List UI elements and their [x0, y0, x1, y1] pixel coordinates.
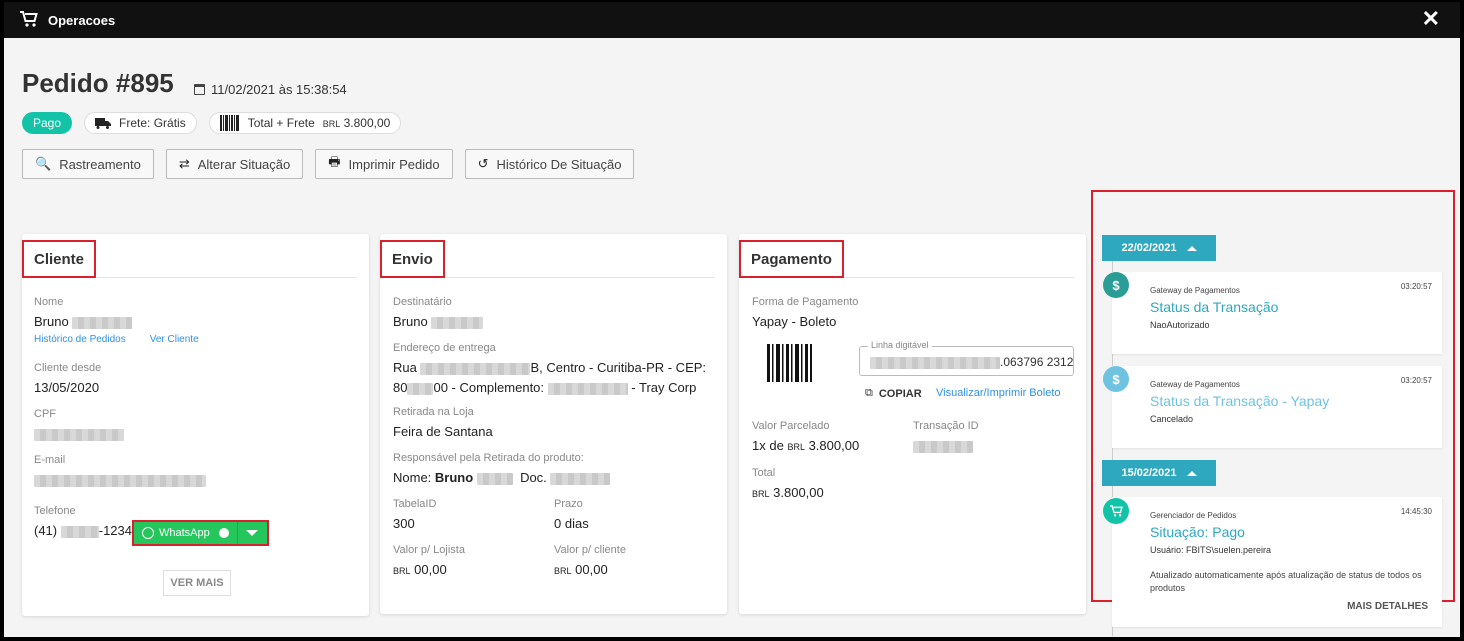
whatsapp-dropdown[interactable]	[236, 522, 267, 544]
shipping-text: Frete: Grátis	[119, 116, 186, 130]
order-date-text: 11/02/2021 às 15:38:54	[211, 82, 347, 97]
envio-header: Envio	[380, 240, 445, 278]
view-client-link[interactable]: Ver Cliente	[150, 334, 199, 345]
linha-digitavel-field[interactable]: Linha digitável .063796 2312	[859, 340, 1074, 376]
email-label: E-mail	[34, 454, 66, 466]
whatsapp-icon	[142, 527, 154, 539]
copy-button[interactable]: ⧉ COPIAR	[865, 387, 922, 400]
since-value: 13/05/2020	[34, 380, 100, 395]
cpf-label: CPF	[34, 408, 56, 420]
total-badge: Total + Frete BRL 3.800,00	[208, 112, 402, 134]
truck-icon	[95, 117, 112, 129]
barcode-icon	[767, 344, 812, 382]
view-boleto-link[interactable]: Visualizar/Imprimir Boleto	[936, 387, 1061, 399]
name-label: Nome	[34, 296, 64, 308]
window-title: Operacoes	[48, 13, 116, 28]
search-icon: 🔍	[35, 156, 52, 171]
total-currency: BRL	[322, 119, 341, 129]
status-badge: Pago	[22, 112, 73, 134]
order-date: 11/02/2021 às 15:38:54	[194, 82, 347, 97]
chevron-up-icon	[1186, 245, 1197, 251]
timeline-event: Gateway de Pagamentos 03:20:57 Status da…	[1112, 366, 1442, 448]
order-history-link[interactable]: Histórico de Pedidos	[34, 334, 126, 345]
barcode-icon	[219, 115, 240, 131]
calendar-icon	[194, 84, 205, 95]
history-icon: ↺	[477, 156, 489, 171]
timeline-event: Gerenciador de Pedidos 14:45:30 Situação…	[1112, 497, 1442, 627]
chrome-icon	[218, 528, 229, 538]
order-actions: 🔍 Rastreamento ⇄ Alterar Situação 🖶 Imprimi…	[22, 149, 635, 179]
ver-mais-button[interactable]: VER MAIS	[163, 570, 231, 596]
copy-icon: ⧉	[865, 387, 873, 399]
email-value	[34, 474, 206, 487]
timeline-date-group[interactable]: 15/02/2021	[1102, 460, 1216, 486]
envio-card: Envio Destinatário Bruno Endereço de ent…	[380, 234, 727, 614]
cliente-header: Cliente	[22, 240, 97, 278]
pagamento-header: Pagamento	[739, 240, 844, 278]
change-status-button[interactable]: ⇄ Alterar Situação	[165, 149, 304, 179]
window-titlebar: Operacoes ✕	[4, 2, 1460, 38]
total-prefix: Total + Frete	[247, 116, 315, 130]
whatsapp-button[interactable]: WhatsApp	[134, 522, 237, 544]
whatsapp-group: WhatsApp	[132, 520, 269, 546]
cart-icon	[1103, 498, 1129, 524]
cart-icon	[20, 11, 38, 27]
print-order-button[interactable]: 🖶 Imprimir Pedido	[315, 149, 453, 179]
swap-icon: ⇄	[178, 156, 190, 171]
total-value: 3.800,00	[343, 116, 391, 130]
status-history-button[interactable]: ↺ Histórico De Situação	[464, 149, 635, 179]
cpf-value	[34, 428, 124, 441]
timeline-date-group[interactable]: 22/02/2021	[1102, 235, 1216, 261]
more-details-link[interactable]: MAIS DETALHES	[1347, 601, 1428, 612]
chevron-up-icon	[1186, 470, 1197, 476]
client-name: Bruno	[34, 314, 69, 329]
tracking-button[interactable]: 🔍 Rastreamento	[22, 149, 154, 179]
since-label: Cliente desde	[34, 362, 102, 374]
cliente-card: Cliente Nome Bruno Histórico de Pedidos …	[22, 234, 369, 616]
phone-label: Telefone	[34, 505, 76, 517]
close-icon[interactable]: ✕	[1422, 8, 1440, 30]
order-badges: Pago Frete: Grátis Total + Frete BRL 3.8…	[22, 112, 402, 134]
dollar-icon: $	[1103, 272, 1129, 298]
dollar-icon: $	[1103, 366, 1129, 392]
page-title: Pedido #895	[22, 68, 174, 98]
caret-down-icon	[246, 530, 259, 536]
timeline-event: Gateway de Pagamentos 03:20:57 Status da…	[1112, 272, 1442, 354]
printer-icon: 🖶	[328, 154, 341, 169]
shipping-badge: Frete: Grátis	[84, 112, 197, 134]
pagamento-card: Pagamento Forma de Pagamento Yapay - Bol…	[739, 234, 1086, 614]
